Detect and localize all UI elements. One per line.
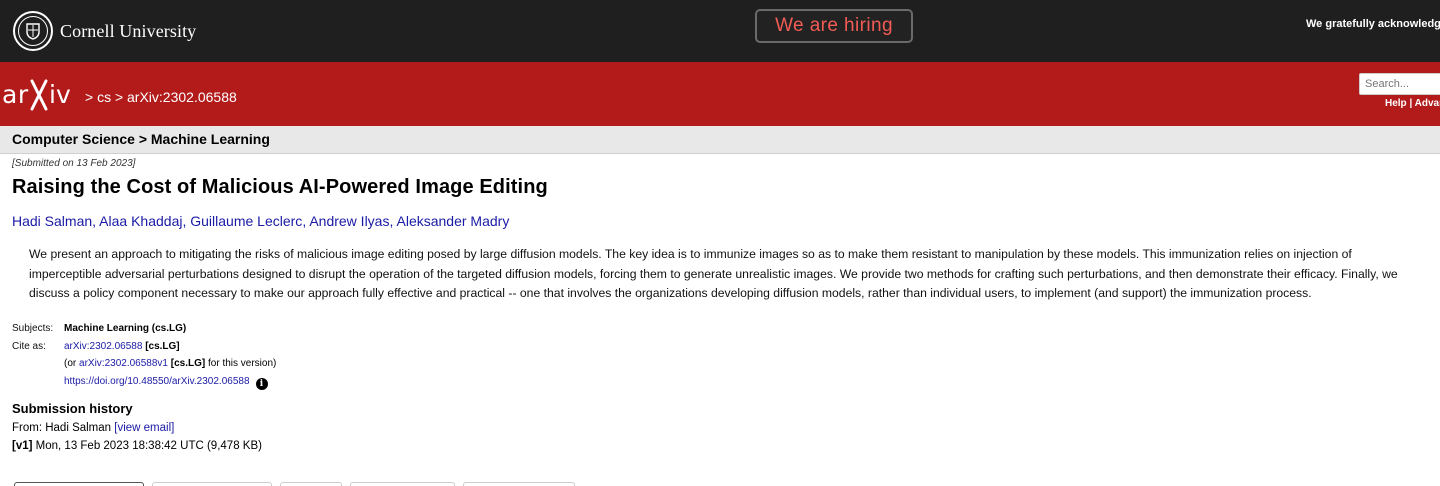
version-suffix: for this version) — [208, 358, 277, 370]
help-advanced-links[interactable]: Help | Advar — [1385, 98, 1440, 109]
arxiv-logo-icon[interactable]: ar iv — [2, 76, 82, 114]
tab-5[interactable] — [463, 482, 575, 486]
tab-2[interactable] — [152, 482, 272, 486]
submitted-date: [Submitted on 13 Feb 2023] — [12, 158, 136, 169]
breadcrumb[interactable]: > cs > arXiv:2302.06588 — [85, 89, 237, 105]
bottom-tabs — [14, 482, 575, 486]
university-name: Cornell University — [60, 20, 197, 41]
tab-3[interactable] — [280, 482, 342, 486]
search-input[interactable] — [1359, 73, 1440, 95]
info-icon[interactable]: i — [255, 378, 268, 391]
subject-heading: Computer Science > Machine Learning — [12, 131, 270, 147]
version-tag: [v1] — [12, 440, 33, 452]
version-history-entry: [v1] Mon, 13 Feb 2023 18:38:42 UTC (9,47… — [12, 440, 262, 452]
submission-history-heading: Submission history — [12, 401, 133, 416]
view-email-link[interactable]: [view email] — [114, 422, 174, 434]
abstract: We present an approach to mitigating the… — [29, 247, 1398, 300]
or-prefix: (or — [64, 358, 77, 370]
version-link[interactable]: arXiv:2302.06588v1 — [79, 358, 168, 369]
submitter-line: From: Hadi Salman [view email] — [12, 422, 174, 434]
subjects-label: Subjects: — [12, 323, 54, 334]
cite-category: [cs.LG] — [145, 340, 180, 352]
author-link[interactable]: Andrew Ilyas — [309, 213, 389, 229]
we-are-hiring-button[interactable]: We are hiring — [755, 9, 913, 43]
author-link[interactable]: Alaa Khaddaj — [99, 213, 182, 229]
svg-text:ar: ar — [2, 80, 29, 109]
author-link[interactable]: Aleksander Madry — [397, 213, 510, 229]
arxiv-header: ar iv > cs > arXiv:2302.06588 Help | Adv… — [0, 62, 1440, 126]
paper-title: Raising the Cost of Malicious AI-Powered… — [12, 176, 548, 198]
tab-4[interactable] — [350, 482, 455, 486]
author-list: Hadi Salman, Alaa Khaddaj, Guillaume Lec… — [12, 213, 510, 229]
subjects-value: Machine Learning (cs.LG) — [64, 323, 187, 334]
acknowledge-text: We gratefully acknowledge s — [1306, 18, 1440, 30]
cornell-top-bar: Cornell University We are hiring We grat… — [0, 0, 1440, 62]
subject-bar: Computer Science > Machine Learning — [0, 126, 1440, 154]
cornell-seal-icon — [13, 11, 53, 51]
cornell-logo-link[interactable]: Cornell University — [13, 11, 196, 51]
svg-text:iv: iv — [49, 80, 71, 109]
version-date: Mon, 13 Feb 2023 18:38:42 UTC (9,478 KB) — [35, 440, 262, 452]
author-link[interactable]: Hadi Salman — [12, 213, 92, 229]
doi-link[interactable]: https://doi.org/10.48550/arXiv.2302.0658… — [64, 376, 250, 387]
tab-1[interactable] — [14, 482, 144, 486]
version-category: [cs.LG] — [170, 358, 206, 370]
from-label: From: Hadi Salman — [12, 422, 112, 434]
metadata-table: Subjects: Machine Learning (cs.LG) Cite … — [12, 321, 276, 392]
cite-link[interactable]: arXiv:2302.06588 — [64, 341, 142, 352]
author-link[interactable]: Guillaume Leclerc — [190, 213, 302, 229]
cite-label: Cite as: — [12, 340, 46, 352]
